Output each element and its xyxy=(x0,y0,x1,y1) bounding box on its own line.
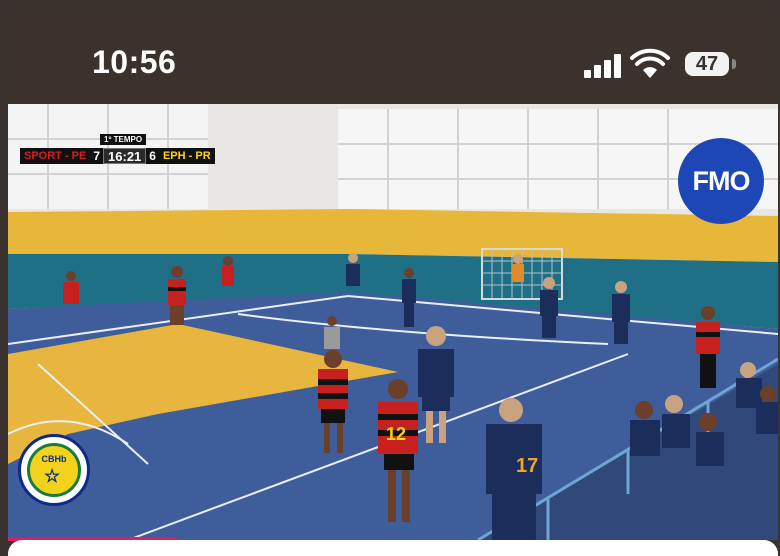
bottom-sheet xyxy=(8,540,778,556)
status-time: 10:56 xyxy=(92,44,177,80)
player-navy xyxy=(346,253,360,286)
home-score: 7 xyxy=(90,148,104,164)
handball-player-icon: ☆ xyxy=(44,466,61,486)
jersey-number: 17 xyxy=(516,455,538,477)
cbhb-logo-text: CBHb xyxy=(41,454,67,464)
cbhb-logo: CBHb ☆ xyxy=(18,434,90,506)
score-row: SPORT - PE 7 16:21 6 EPH - PR xyxy=(20,148,215,164)
handball-court-scene: 12 17 xyxy=(8,104,778,540)
period-label: 1º TEMPO xyxy=(100,134,147,145)
video-player[interactable]: 12 17 1º TEMPO SPORT - PE 7 16:21 6 EPH … xyxy=(8,104,778,540)
battery-tip xyxy=(732,59,736,69)
home-team-name: SPORT - PE xyxy=(20,148,91,164)
game-clock: 16:21 xyxy=(103,148,147,164)
status-bar: 10:56 47 xyxy=(8,8,778,104)
battery-icon: 47 xyxy=(685,52,729,76)
away-team-name: EPH - PR xyxy=(158,148,215,164)
player-red xyxy=(222,256,234,286)
cellular-signal-icon xyxy=(584,52,624,78)
wifi-icon xyxy=(630,48,670,78)
away-score: 6 xyxy=(146,148,159,164)
jersey-number: 12 xyxy=(386,424,406,444)
goalkeeper xyxy=(512,254,524,282)
fmo-logo: FMO xyxy=(678,138,764,224)
cbhb-logo-inner: CBHb ☆ xyxy=(27,443,81,497)
